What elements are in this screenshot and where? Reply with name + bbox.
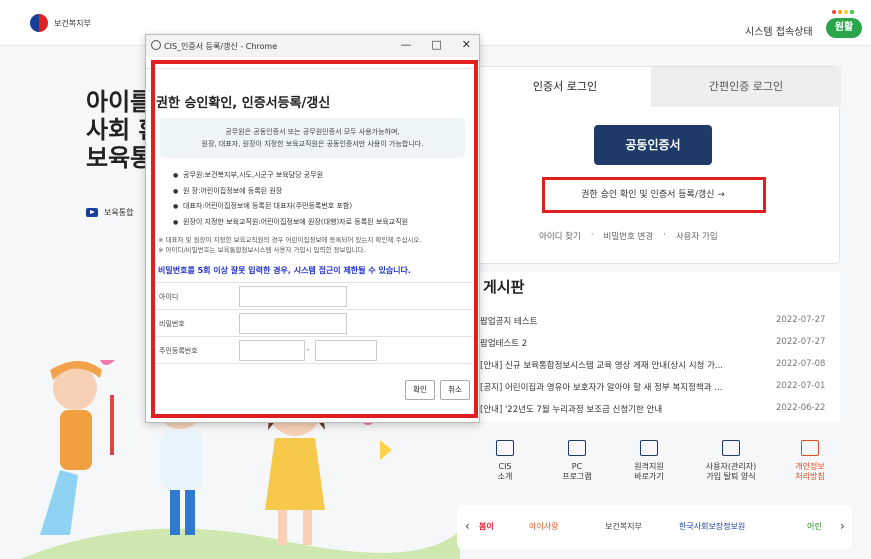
maximize-icon[interactable]: □ [431, 38, 441, 51]
quick-link-cis-intro[interactable]: CIS 소개 [470, 440, 540, 482]
laptop-icon [496, 440, 514, 456]
monitor-icon [568, 440, 586, 456]
status-signal-icon [832, 10, 854, 14]
partner-logo[interactable]: 봄이 [479, 521, 494, 532]
board-row-title[interactable]: 팝업테스트 2 [480, 337, 766, 349]
board-row-date: 2022-07-01 [776, 381, 826, 391]
intro-video-link[interactable]: 보육통합 [86, 207, 133, 218]
status-badge: 원활 [826, 18, 862, 38]
board-row[interactable]: 팝업공지 테스트 2022-07-27 [480, 315, 830, 330]
quick-link-label: 바로가기 [634, 472, 664, 481]
globe-icon [151, 40, 161, 50]
board-title: 게시판 [483, 278, 525, 296]
board-row-date: 2022-07-27 [776, 315, 826, 325]
board-row[interactable]: [안내] 신규 보육통합정보시스템 교육 영상 게재 안내(상시 시청 가...… [480, 359, 830, 374]
board-row-title[interactable]: [안내] 신규 보육통합정보시스템 교육 영상 게재 안내(상시 시청 가... [480, 359, 766, 371]
taegeuk-icon [30, 14, 48, 32]
board-row[interactable]: [안내] '22년도 7월 누리과정 보조금 신청기한 안내 2022-06-2… [480, 403, 830, 418]
quick-link-label: PC [571, 462, 583, 471]
window-controls: — □ ✕ [400, 38, 471, 51]
change-password-link[interactable]: 비밀번호 변경 [604, 230, 654, 242]
quick-link-label: 개인정보 [795, 462, 825, 471]
video-play-icon [86, 208, 98, 217]
ministry-logo[interactable]: 보건복지부 [30, 14, 91, 32]
quick-link-label: 가입 탈퇴 양식 [706, 472, 756, 481]
quick-link-pc-program[interactable]: PC 프로그램 [542, 440, 612, 482]
joint-certificate-button[interactable]: 공동인증서 [594, 125, 712, 165]
document-copy-icon [722, 440, 740, 456]
board-row-title[interactable]: [안내] '22년도 7월 누리과정 보조금 신청기한 안내 [480, 403, 766, 415]
quick-link-label: 사용자(관리자) [705, 462, 757, 471]
find-id-link[interactable]: 아이디 찾기 [539, 230, 581, 242]
intro-video-label: 보육통합 [104, 208, 134, 217]
system-status-label: 시스템 접속상태 [745, 27, 813, 38]
window-title: CIS_인증서 등록/갱신 - Chrome [164, 42, 278, 51]
quick-link-label: 프로그램 [562, 472, 592, 481]
link-separator: · [590, 230, 594, 240]
minimize-icon[interactable]: — [400, 38, 411, 51]
logo-text: 보건복지부 [54, 18, 91, 28]
partner-logo[interactable]: 보건복지부 [605, 521, 642, 532]
login-panel: 인증서 로그인 간편인증 로그인 공동인증서 권한 승인 확인 및 인증서 등록… [478, 66, 841, 264]
partner-logo[interactable]: 어린 [807, 521, 822, 532]
board-row-date: 2022-07-08 [776, 359, 826, 369]
login-links: 아이디 찾기 · 비밀번호 변경 · 사용자 가입 [539, 230, 718, 242]
notice-board: 게시판 팝업공지 테스트 2022-07-27 팝업테스트 2 2022-07-… [478, 272, 840, 422]
board-row-title[interactable]: 팝업공지 테스트 [480, 315, 766, 327]
partner-logo[interactable]: 아이사랑 [529, 521, 558, 532]
chevron-left-icon[interactable]: ‹ [465, 519, 470, 533]
board-row-date: 2022-06-22 [776, 403, 826, 413]
quick-link-user-form[interactable]: 사용자(관리자) 가입 탈퇴 양식 [692, 440, 770, 482]
close-icon[interactable]: ✕ [462, 38, 471, 51]
remote-support-icon [640, 440, 658, 456]
partner-banner: ‹ 봄이 아이사랑 보건복지부 한국사회보장정보원 어린 › [457, 505, 852, 549]
partner-logo[interactable]: 한국사회보장정보원 [679, 521, 745, 532]
tab-cert-login[interactable]: 인증서 로그인 [479, 67, 651, 107]
quick-link-label: CIS [498, 462, 512, 471]
quick-links: CIS 소개 PC 프로그램 원격지원 바로가기 사용자(관리자) 가입 탈퇴 … [470, 440, 850, 496]
board-row[interactable]: 팝업테스트 2 2022-07-27 [480, 337, 830, 352]
quick-link-label: 원격지원 [634, 462, 664, 471]
privacy-document-icon [801, 440, 819, 456]
link-separator: · [663, 230, 666, 240]
tab-simple-login[interactable]: 간편인증 로그인 [651, 67, 841, 107]
popup-highlight [151, 60, 478, 418]
quick-link-label: 소개 [497, 472, 513, 481]
window-titlebar[interactable]: CIS_인증서 등록/갱신 - Chrome — □ ✕ [146, 35, 479, 57]
board-row[interactable]: [공지] 어린이집과 영유아 보호자가 알아야 할 새 정부 복지정책과 ...… [480, 381, 830, 396]
quick-link-remote-support[interactable]: 원격지원 바로가기 [614, 440, 684, 482]
quick-link-label: 처리방침 [795, 472, 825, 481]
renew-button-highlight [542, 177, 766, 213]
chevron-right-icon[interactable]: › [840, 519, 845, 533]
board-row-title[interactable]: [공지] 어린이집과 영유아 보호자가 알아야 할 새 정부 복지정책과 ... [480, 381, 766, 393]
user-signup-link[interactable]: 사용자 가입 [676, 230, 718, 242]
quick-link-privacy-policy[interactable]: 개인정보 처리방침 [775, 440, 845, 482]
board-row-date: 2022-07-27 [776, 337, 826, 347]
main-page: 보건복지부 시스템 접속상태 원활 아이를 사회 환 보육통 보육통합 인증서 … [0, 0, 871, 559]
